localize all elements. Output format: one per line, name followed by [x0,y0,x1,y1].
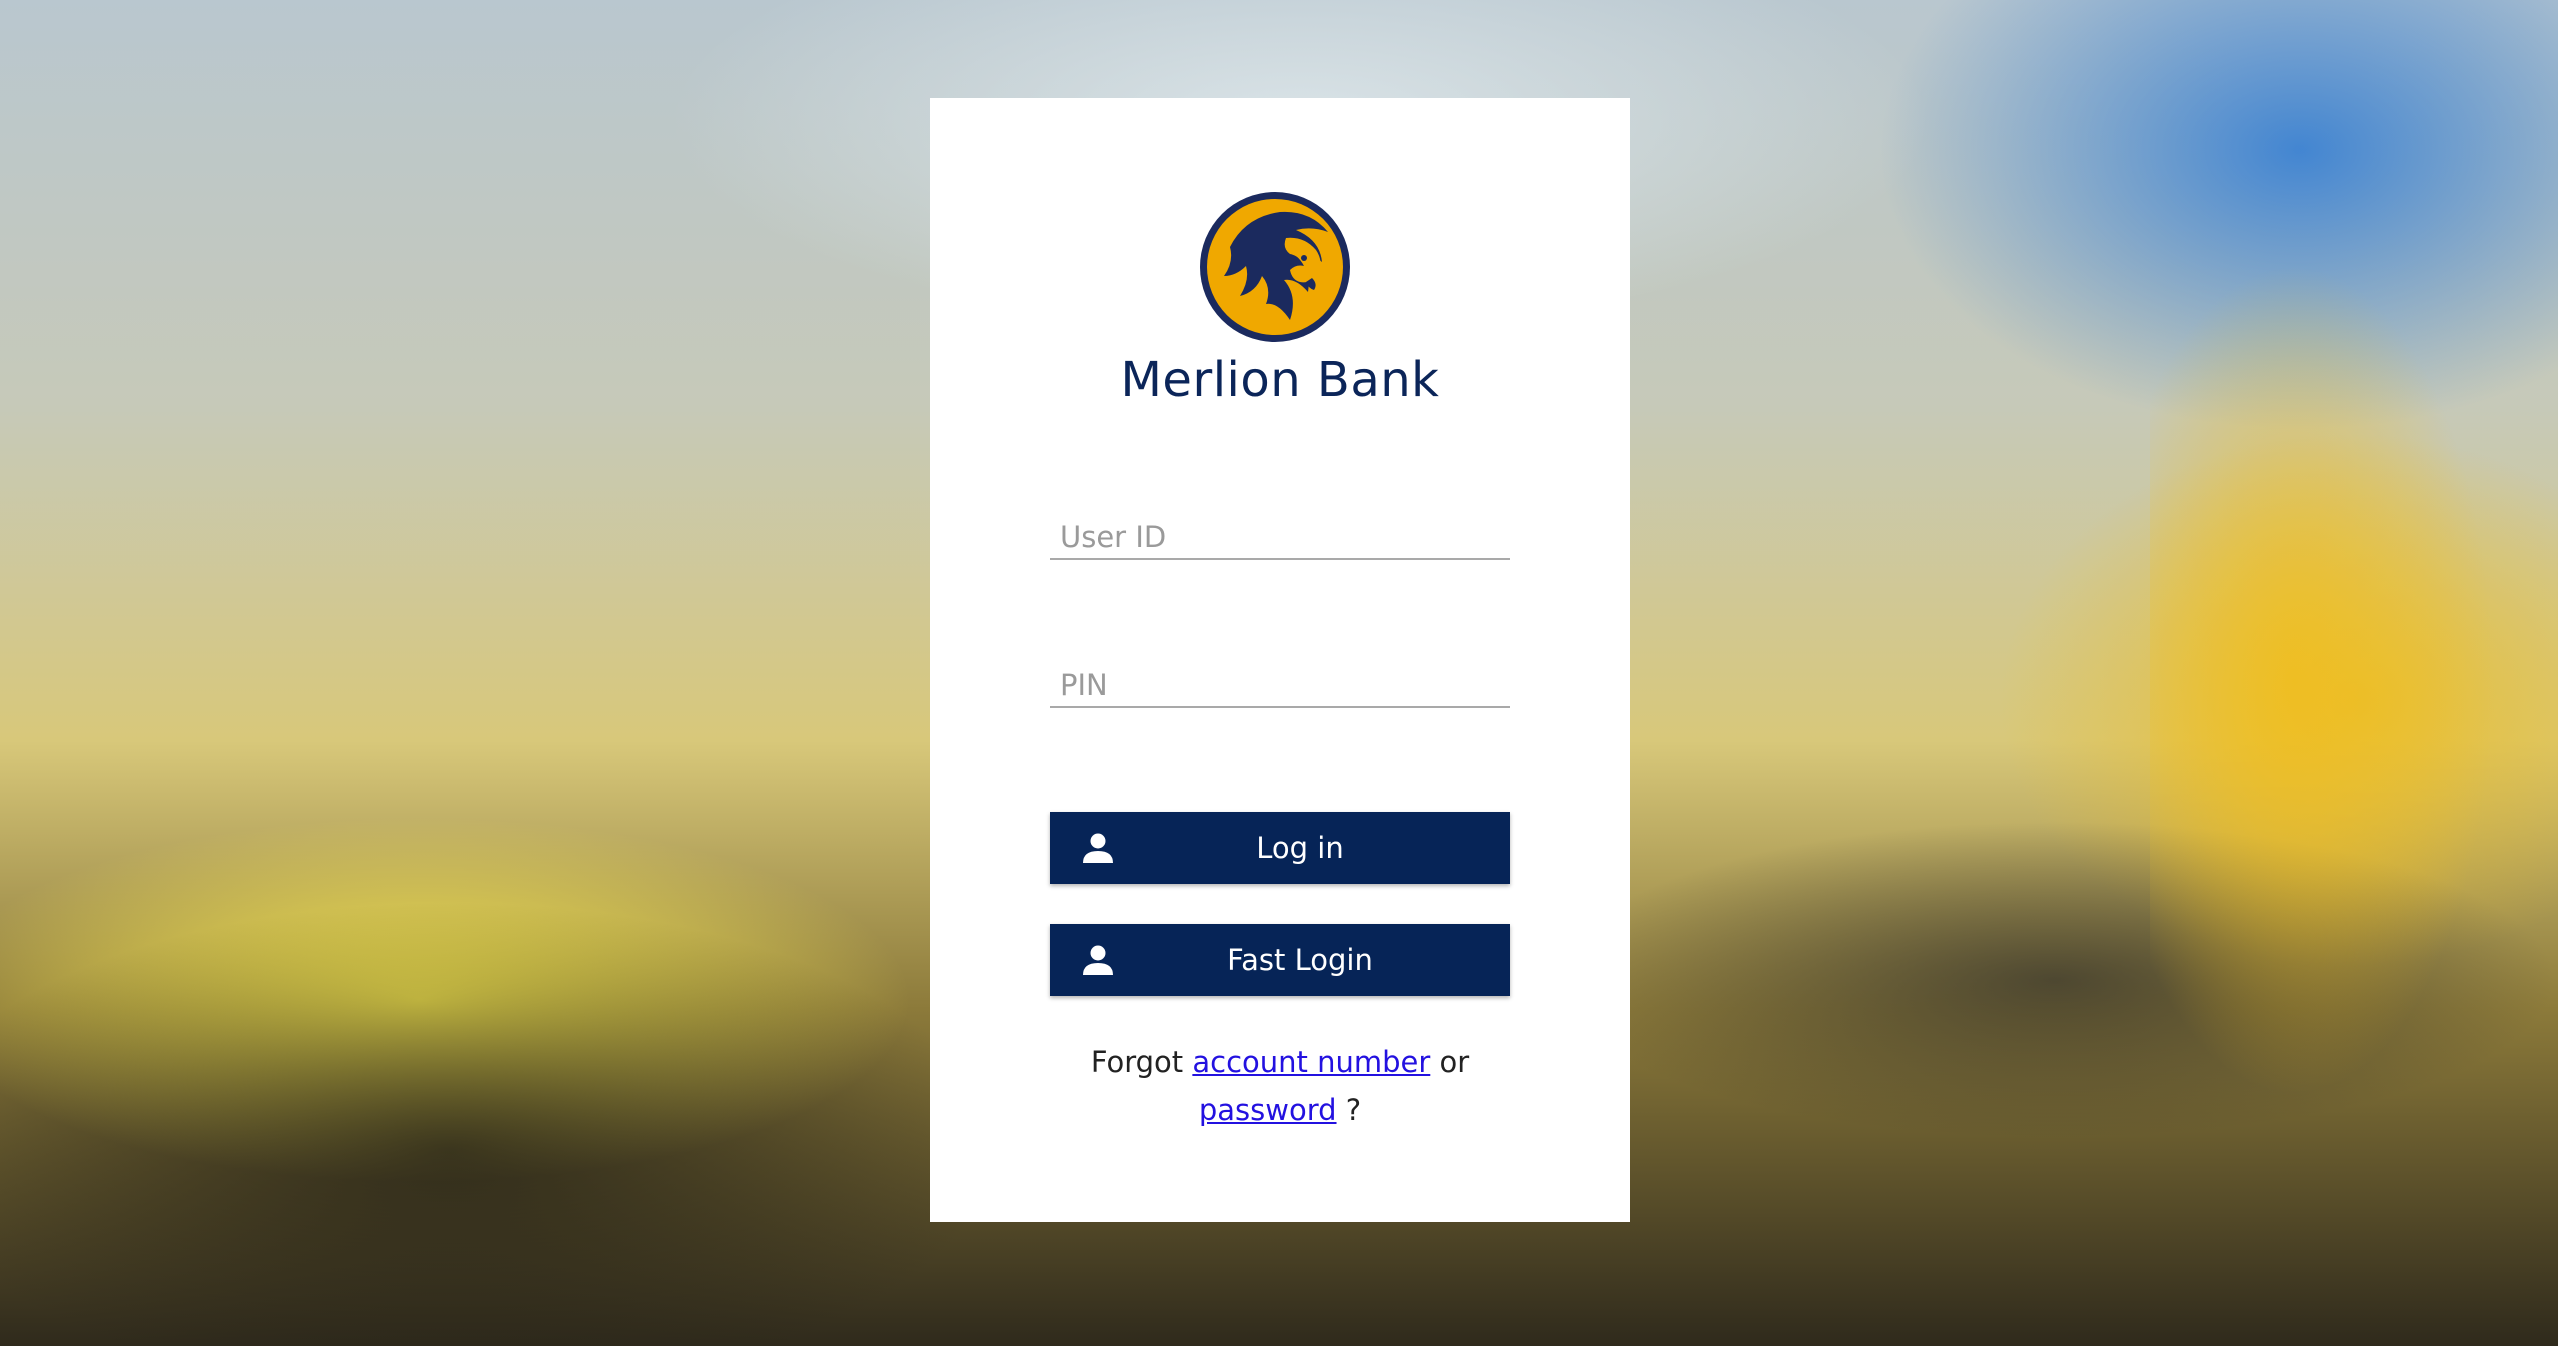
forgot-or-text: or [1439,1045,1470,1079]
user-id-field[interactable] [1050,518,1510,560]
background-shore-left [0,900,1000,1346]
pin-input[interactable] [1050,666,1510,706]
bank-name: Merlion Bank [1120,352,1440,408]
lion-head-logo-icon [1200,192,1350,342]
login-button-label: Log in [1256,831,1344,865]
forgot-password-link[interactable]: password [1199,1093,1337,1127]
fast-login-button-label: Fast Login [1227,943,1373,977]
forgot-prefix: Forgot [1090,1045,1184,1079]
pin-field[interactable] [1050,666,1510,708]
forgot-account-number-link[interactable]: account number [1192,1045,1430,1079]
user-id-input[interactable] [1050,518,1510,558]
background-merlion-statue [2150,230,2510,1130]
login-card: Merlion Bank Log in Fast Login Forgot ac… [930,98,1630,1222]
forgot-suffix: ? [1345,1093,1362,1127]
login-button[interactable]: Log in [1050,812,1510,884]
fast-login-button[interactable]: Fast Login [1050,924,1510,996]
forgot-credentials-text: Forgot account number or password ? [930,1038,1630,1134]
